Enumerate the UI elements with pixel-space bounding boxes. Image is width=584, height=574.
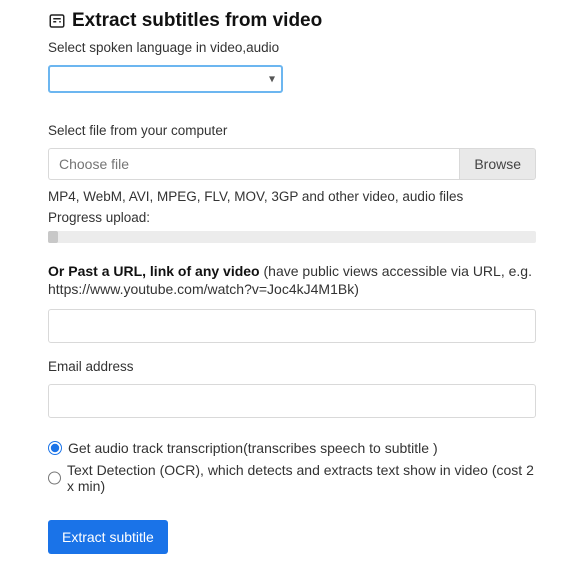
file-label: Select file from your computer — [48, 123, 536, 138]
mode-radio-group: Get audio track transcription(transcribe… — [48, 440, 536, 494]
mode-radio-ocr-label[interactable]: Text Detection (OCR), which detects and … — [67, 462, 536, 494]
page-title: Extract subtitles from video — [72, 10, 322, 32]
email-section: Email address — [48, 359, 536, 418]
mode-radio-audio[interactable] — [48, 441, 62, 455]
language-select[interactable] — [48, 65, 283, 93]
upload-progress-fill — [48, 231, 58, 243]
email-label: Email address — [48, 359, 536, 374]
page-container: Extract subtitles from video Select spok… — [0, 0, 584, 574]
mode-radio-audio-label[interactable]: Get audio track transcription(transcribe… — [68, 440, 438, 456]
upload-progress-bar — [48, 231, 536, 243]
browse-button[interactable]: Browse — [459, 148, 536, 180]
language-select-wrap — [48, 65, 283, 93]
progress-label: Progress upload: — [48, 210, 536, 225]
mode-radio-ocr-row: Text Detection (OCR), which detects and … — [48, 462, 536, 494]
email-input[interactable] — [48, 384, 536, 418]
extract-subtitle-button[interactable]: Extract subtitle — [48, 520, 168, 554]
url-label: Or Past a URL, link of any video (have p… — [48, 263, 536, 299]
mode-radio-ocr[interactable] — [48, 471, 61, 485]
title-row: Extract subtitles from video — [48, 10, 536, 32]
choose-file-input[interactable] — [48, 148, 459, 180]
mode-radio-audio-row: Get audio track transcription(transcribe… — [48, 440, 536, 456]
formats-hint: MP4, WebM, AVI, MPEG, FLV, MOV, 3GP and … — [48, 188, 536, 206]
language-label: Select spoken language in video,audio — [48, 40, 536, 55]
file-group: Select file from your computer Browse MP… — [48, 123, 536, 243]
url-input[interactable] — [48, 309, 536, 343]
url-label-bold: Or Past a URL, link of any video — [48, 263, 260, 279]
url-section: Or Past a URL, link of any video (have p… — [48, 263, 536, 343]
file-row: Browse — [48, 148, 536, 180]
subtitle-icon — [48, 12, 66, 30]
